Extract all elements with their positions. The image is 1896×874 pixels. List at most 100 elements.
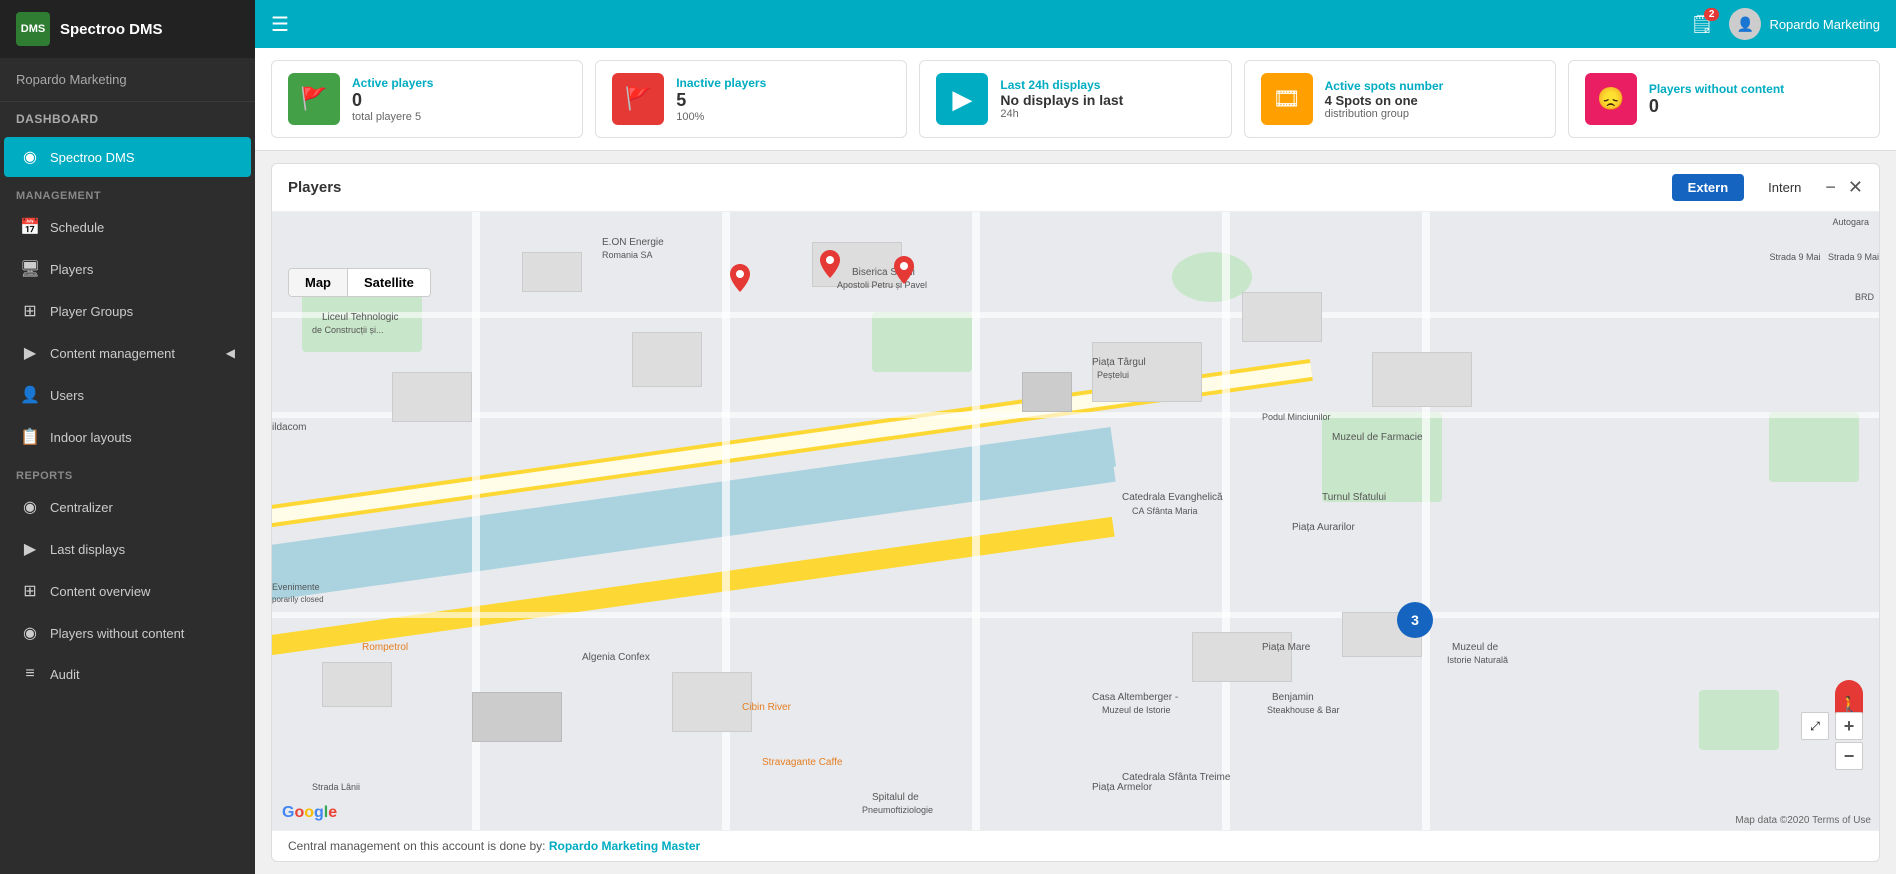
- map-controls: Extern Intern − ✕: [1672, 174, 1863, 201]
- sidebar-item-content-management[interactable]: ▶ Content management ◀: [4, 333, 251, 373]
- map-title: Players: [288, 179, 341, 196]
- sidebar-label-users: Users: [50, 388, 84, 403]
- topbar-left: ☰: [271, 12, 289, 37]
- notification-count: 2: [1704, 8, 1720, 21]
- app-logo: DMS: [16, 12, 50, 46]
- fake-map[interactable]: E.ON Energie Romania SA Biserica Sfinții…: [272, 212, 1879, 830]
- content-management-arrow-icon: ◀: [226, 346, 235, 360]
- sidebar-label-player-groups: Player Groups: [50, 304, 133, 319]
- map-close-button[interactable]: ✕: [1848, 177, 1863, 198]
- last-displays-icon: ▶: [20, 539, 40, 559]
- map-marker-2[interactable]: [820, 250, 840, 278]
- indoor-layouts-icon: 📋: [20, 427, 40, 447]
- intern-button[interactable]: Intern: [1752, 174, 1817, 201]
- user-menu[interactable]: 👤 Ropardo Marketing: [1729, 8, 1880, 40]
- active-players-sub: total playere 5: [352, 111, 433, 123]
- last-displays-text: Last 24h displays No displays in last 24…: [1000, 78, 1123, 120]
- sidebar-item-audit[interactable]: ≡ Audit: [4, 655, 251, 693]
- map-cluster[interactable]: 3: [1397, 602, 1433, 638]
- management-label: Management: [0, 178, 255, 206]
- sidebar-dashboard-label: Dashboard: [0, 102, 255, 136]
- map-fullscreen-button[interactable]: ⤢: [1801, 712, 1829, 740]
- sidebar-account: Ropardo Marketing: [0, 58, 255, 102]
- active-spots-text: Active spots number 4 Spots on one distr…: [1325, 79, 1444, 120]
- sidebar-item-players[interactable]: 🖥 Players: [4, 249, 251, 289]
- sidebar-label-audit: Audit: [50, 667, 80, 682]
- players-without-content-text: Players without content 0: [1649, 82, 1784, 117]
- inactive-players-label: Inactive players: [676, 76, 766, 90]
- sidebar-label-schedule: Schedule: [50, 220, 104, 235]
- last-displays-stat-icon: ▶: [936, 73, 988, 125]
- audit-icon: ≡: [20, 665, 40, 683]
- inactive-players-sub: 100%: [676, 111, 766, 123]
- topbar-right: 🗒 2 👤 Ropardo Marketing: [1691, 8, 1880, 40]
- users-icon: 👤: [20, 385, 40, 405]
- inactive-players-value: 5: [676, 90, 766, 111]
- sidebar-active-label: Spectroo DMS: [50, 150, 135, 165]
- sidebar-item-indoor-layouts[interactable]: 📋 Indoor layouts: [4, 417, 251, 457]
- map-attribution: Map data ©2020 Terms of Use: [1735, 815, 1871, 826]
- stat-active-players: 🚩 Active players 0 total playere 5: [271, 60, 583, 138]
- active-players-label: Active players: [352, 76, 433, 90]
- content-overview-icon: ⊞: [20, 581, 40, 601]
- sidebar-label-content-overview: Content overview: [50, 584, 150, 599]
- topbar: ☰ 🗒 2 👤 Ropardo Marketing: [255, 0, 1896, 48]
- inactive-players-icon: 🚩: [612, 73, 664, 125]
- last-displays-sub: 24h: [1000, 108, 1123, 120]
- sidebar-item-last-displays[interactable]: ▶ Last displays: [4, 529, 251, 569]
- map-footer: Central management on this account is do…: [272, 830, 1879, 861]
- map-marker-1[interactable]: [730, 264, 750, 292]
- map-marker-3[interactable]: [894, 256, 914, 284]
- sidebar-label-players-without-content: Players without content: [50, 626, 184, 641]
- map-container: Players Extern Intern − ✕: [271, 163, 1880, 862]
- sidebar-item-player-groups[interactable]: ⊞ Player Groups: [4, 291, 251, 331]
- map-footer-link[interactable]: Ropardo Marketing Master: [549, 839, 700, 853]
- google-logo: Google: [282, 804, 337, 822]
- sidebar-item-content-overview[interactable]: ⊞ Content overview: [4, 571, 251, 611]
- content-management-icon: ▶: [20, 343, 40, 363]
- sidebar-item-schedule[interactable]: 📅 Schedule: [4, 207, 251, 247]
- active-spots-value: 4 Spots on one: [1325, 93, 1444, 108]
- map-footer-text: Central management on this account is do…: [288, 839, 545, 853]
- players-without-content-icon: ◉: [20, 623, 40, 643]
- extern-button[interactable]: Extern: [1672, 174, 1744, 201]
- menu-toggle-button[interactable]: ☰: [271, 12, 289, 37]
- stat-last-displays: ▶ Last 24h displays No displays in last …: [919, 60, 1231, 138]
- map-view-toggle: Map Satellite: [288, 268, 431, 297]
- reports-label: Reports: [0, 458, 255, 486]
- map-minimize-button[interactable]: −: [1825, 177, 1836, 198]
- stats-row: 🚩 Active players 0 total playere 5 🚩 Ina…: [255, 48, 1896, 151]
- centralizer-icon: ◉: [20, 497, 40, 517]
- active-spots-icon: 🎞: [1261, 73, 1313, 125]
- sidebar-label-last-displays: Last displays: [50, 542, 125, 557]
- last-displays-value: No displays in last: [1000, 92, 1123, 108]
- sidebar-label-indoor-layouts: Indoor layouts: [50, 430, 132, 445]
- active-spots-sub: distribution group: [1325, 108, 1444, 120]
- active-players-icon: 🚩: [288, 73, 340, 125]
- sidebar-label-content-management: Content management: [50, 346, 175, 361]
- zoom-in-button[interactable]: +: [1835, 712, 1863, 740]
- user-avatar: 👤: [1729, 8, 1761, 40]
- player-groups-icon: ⊞: [20, 301, 40, 321]
- sidebar-item-spectroo[interactable]: ◉ Spectroo DMS: [4, 137, 251, 177]
- sidebar: DMS Spectroo DMS Ropardo Marketing Dashb…: [0, 0, 255, 874]
- sidebar-item-players-without-content[interactable]: ◉ Players without content: [4, 613, 251, 653]
- map-view-satellite-button[interactable]: Satellite: [348, 269, 430, 296]
- players-icon: 🖥: [20, 259, 40, 279]
- inactive-players-text: Inactive players 5 100%: [676, 76, 766, 123]
- sidebar-item-centralizer[interactable]: ◉ Centralizer: [4, 487, 251, 527]
- map-view-map-button[interactable]: Map: [289, 269, 347, 296]
- sidebar-label-players: Players: [50, 262, 93, 277]
- zoom-out-button[interactable]: −: [1835, 742, 1863, 770]
- stat-active-spots: 🎞 Active spots number 4 Spots on one dis…: [1244, 60, 1556, 138]
- sidebar-item-users[interactable]: 👤 Users: [4, 375, 251, 415]
- stat-players-without-content: 😞 Players without content 0: [1568, 60, 1880, 138]
- app-title: Spectroo DMS: [60, 21, 163, 38]
- map-canvas: E.ON Energie Romania SA Biserica Sfinții…: [272, 212, 1879, 830]
- players-without-content-value: 0: [1649, 96, 1784, 117]
- active-players-value: 0: [352, 90, 433, 111]
- main-content: ☰ 🗒 2 👤 Ropardo Marketing 🚩 Active playe…: [255, 0, 1896, 874]
- schedule-icon: 📅: [20, 217, 40, 237]
- notifications-button[interactable]: 🗒 2: [1691, 14, 1714, 35]
- spectroo-icon: ◉: [20, 147, 40, 167]
